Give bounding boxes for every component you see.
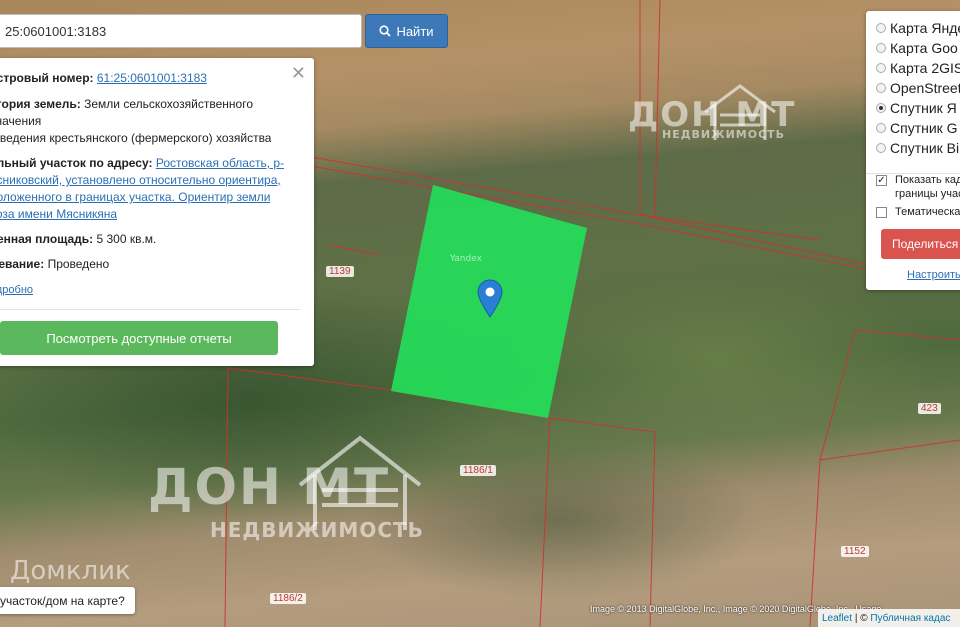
watermark-text-large: ДОН МТ: [148, 458, 391, 516]
search-button[interactable]: Найти: [365, 14, 448, 48]
address-line[interactable]: хоза имени Мясникяна: [0, 206, 117, 223]
area-row: ченная площадь: 5 300 кв.м.: [0, 231, 156, 248]
thematic-toggle[interactable]: Тематическа: [876, 203, 960, 221]
yandex-watermark: Yandex: [450, 254, 482, 264]
attribution-separator: | ©: [854, 612, 868, 624]
layer-option-yandex-map[interactable]: Карта Янде: [876, 19, 960, 37]
checkbox-checked-icon[interactable]: ✓: [876, 174, 887, 186]
address-line[interactable]: ясниковский, установлено относительно ор…: [0, 172, 281, 189]
layer-option-openstreetmap[interactable]: OpenStreet: [876, 79, 960, 97]
layer-label: Спутник Bi: [890, 140, 960, 156]
survey-row: жевание: Проведено: [0, 256, 109, 273]
area-label: ченная площадь:: [0, 232, 94, 246]
layer-option-google-satellite[interactable]: Спутник G: [876, 119, 958, 137]
address-row: ельный участок по адресу: Ростовская обл…: [0, 155, 284, 172]
find-plot-prompt[interactable]: участок/дом на карте?: [0, 587, 135, 614]
land-category-value: Земли сельскохозяйственного: [84, 97, 254, 111]
parcel-label[interactable]: 1152: [841, 546, 869, 557]
cadastral-number-link[interactable]: 61:25:0601001:3183: [97, 71, 207, 85]
land-category-label: егория земель:: [0, 97, 81, 111]
land-category-row: егория земель: Земли сельскохозяйственно…: [0, 96, 253, 113]
land-usage-value: я ведения крестьянского (фермерского) хо…: [0, 131, 272, 145]
domclick-watermark: Домклик: [10, 556, 131, 586]
settings-link[interactable]: Настроить: [907, 269, 960, 281]
survey-value: Проведено: [47, 257, 110, 271]
cadastral-number-row: астровый номер: 61:25:0601001:3183: [0, 70, 207, 87]
radio-icon[interactable]: [876, 143, 886, 153]
radio-icon[interactable]: [876, 123, 886, 133]
map-attribution-bar: Leaflet | © Публичная кадас: [818, 609, 960, 627]
parcel-label[interactable]: 1186/2: [270, 593, 306, 604]
land-category-value-2: значения: [0, 114, 42, 128]
parcel-label[interactable]: 1139: [326, 266, 354, 277]
address-label: ельный участок по адресу:: [0, 156, 153, 170]
checkbox-label: Тематическа: [895, 206, 960, 218]
divider: [0, 309, 300, 310]
show-cadastral-label-2: границы учас: [895, 188, 960, 200]
search-icon: [379, 25, 392, 37]
radio-icon[interactable]: [876, 63, 886, 73]
parcel-label[interactable]: 423: [918, 403, 941, 414]
cadastral-search-input[interactable]: [0, 15, 361, 47]
layer-option-yandex-satellite[interactable]: Спутник Я: [876, 99, 957, 117]
watermark-subtext: НЕДВИЖИМОСТЬ: [662, 128, 786, 141]
radio-icon[interactable]: [876, 23, 886, 33]
layer-label: Спутник Я: [890, 100, 957, 116]
search-field[interactable]: [0, 14, 362, 48]
layer-label: Карта Goo: [890, 40, 958, 56]
parcel-label[interactable]: 1186/1: [460, 465, 496, 476]
layer-label: OpenStreet: [890, 80, 960, 96]
radio-icon[interactable]: [876, 83, 886, 93]
details-link[interactable]: одробно: [0, 282, 33, 299]
address-line[interactable]: положенного в границах участка. Ориентир…: [0, 189, 270, 206]
share-button[interactable]: Поделиться: [881, 229, 960, 259]
pkk-link[interactable]: Публичная кадас: [870, 613, 950, 624]
radio-icon[interactable]: [876, 43, 886, 53]
layer-option-2gis-map[interactable]: Карта 2GIS: [876, 59, 960, 77]
map-layers-panel: Карта Янде Карта Goo Карта 2GIS OpenStre…: [866, 11, 960, 290]
layer-option-google-map[interactable]: Карта Goo: [876, 39, 958, 57]
address-link[interactable]: Ростовская область, р-: [156, 156, 284, 170]
layer-label: Спутник G: [890, 120, 958, 136]
radio-selected-icon[interactable]: [876, 103, 886, 113]
cadastral-number-label: астровый номер:: [0, 71, 94, 85]
search-button-label: Найти: [396, 23, 434, 39]
area-value: 5 300 кв.м.: [96, 232, 157, 246]
close-icon[interactable]: ✕: [291, 63, 306, 84]
leaflet-link[interactable]: Leaflet: [822, 613, 852, 624]
view-reports-button[interactable]: Посмотреть доступные отчеты: [0, 321, 278, 355]
survey-label: жевание:: [0, 257, 45, 271]
layer-option-bing-satellite[interactable]: Спутник Bi: [876, 139, 959, 157]
layer-label: Карта Янде: [890, 20, 960, 36]
parcel-info-panel: ✕ астровый номер: 61:25:0601001:3183 его…: [0, 58, 314, 366]
checkbox-icon[interactable]: [876, 206, 887, 218]
watermark-subtext-large: НЕДВИЖИМОСТЬ: [210, 518, 424, 542]
layer-label: Карта 2GIS: [890, 60, 960, 76]
